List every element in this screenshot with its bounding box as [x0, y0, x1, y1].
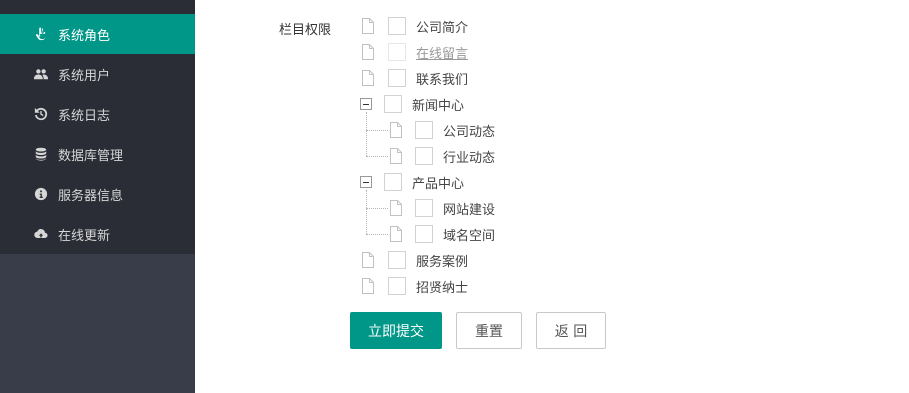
node-checkbox[interactable]: [384, 95, 402, 113]
sidebar-item-label: 系统用户: [58, 68, 111, 84]
node-checkbox[interactable]: [388, 277, 406, 295]
node-checkbox[interactable]: [415, 147, 433, 165]
tree-connector: [366, 156, 388, 157]
node-checkbox[interactable]: [388, 17, 406, 35]
node-label: 服务案例: [416, 254, 469, 270]
tree-node: 行业动态: [389, 146, 495, 166]
sidebar-item-server-info[interactable]: 服务器信息: [0, 174, 195, 214]
tree-connector: [366, 208, 388, 209]
file-icon: [361, 70, 375, 86]
node-checkbox[interactable]: [415, 199, 433, 217]
node-label: 招贤纳士: [416, 280, 469, 296]
info-circle-icon: [34, 187, 48, 201]
page: 系统角色 系统用户 系统日志 数据库管理 服务器信息 在线更新 栏目权限 公司简…: [0, 0, 909, 393]
file-icon: [389, 200, 403, 216]
file-icon: [361, 278, 375, 294]
sidebar-item-system-logs[interactable]: 系统日志: [0, 94, 195, 134]
sidebar: 系统角色 系统用户 系统日志 数据库管理 服务器信息 在线更新: [0, 0, 195, 393]
reset-button[interactable]: 重置: [456, 312, 522, 349]
file-icon: [389, 122, 403, 138]
tree-node: 产品中心: [360, 172, 464, 192]
sidebar-item-database[interactable]: 数据库管理: [0, 134, 195, 174]
file-icon: [389, 226, 403, 242]
back-button[interactable]: 返 回: [536, 312, 606, 349]
tree-connector: [366, 130, 388, 131]
node-checkbox[interactable]: [388, 251, 406, 269]
sidebar-item-label: 系统日志: [58, 108, 111, 124]
node-checkbox[interactable]: [388, 43, 406, 61]
tree-connector: [366, 190, 367, 234]
sidebar-item-online-update[interactable]: 在线更新: [0, 214, 195, 254]
tree-node: 公司简介: [361, 16, 468, 36]
node-label: 联系我们: [416, 72, 469, 88]
sidebar-nav: 系统角色 系统用户 系统日志 数据库管理 服务器信息 在线更新: [0, 0, 195, 254]
collapse-toggle-icon[interactable]: [360, 98, 372, 110]
sidebar-item-label: 在线更新: [58, 228, 111, 244]
file-icon: [361, 252, 375, 268]
sidebar-item-label: 系统角色: [58, 28, 111, 44]
node-label: 公司动态: [443, 124, 496, 140]
tree-node: 服务案例: [361, 250, 468, 270]
node-label: 网站建设: [443, 202, 496, 218]
sidebar-item-system-roles[interactable]: 系统角色: [0, 14, 195, 54]
database-icon: [34, 147, 48, 161]
file-icon: [361, 44, 375, 60]
hand-pointer-icon: [34, 27, 48, 41]
node-label: 新闻中心: [412, 98, 465, 114]
sidebar-item-system-users[interactable]: 系统用户: [0, 54, 195, 94]
tree-node: 招贤纳士: [361, 276, 468, 296]
tree-node: 公司动态: [389, 120, 495, 140]
submit-button[interactable]: 立即提交: [350, 312, 442, 349]
node-label[interactable]: 在线留言: [416, 43, 468, 62]
history-icon: [34, 107, 48, 121]
tree-node: 联系我们: [361, 68, 468, 88]
node-label: 行业动态: [443, 150, 496, 166]
node-checkbox[interactable]: [384, 173, 402, 191]
cloud-upload-icon: [34, 227, 48, 241]
node-label: 公司简介: [416, 20, 469, 36]
node-label: 产品中心: [412, 176, 465, 192]
users-icon: [34, 67, 48, 81]
node-label: 域名空间: [443, 228, 496, 244]
node-checkbox[interactable]: [388, 69, 406, 87]
file-icon: [361, 18, 375, 34]
column-permissions-label: 栏目权限: [279, 23, 332, 38]
tree-node: 在线留言: [361, 42, 468, 62]
node-checkbox[interactable]: [415, 121, 433, 139]
tree-connector: [366, 234, 388, 235]
tree-node: 网站建设: [389, 198, 495, 218]
file-icon: [389, 148, 403, 164]
tree-node: 域名空间: [389, 224, 495, 244]
tree-connector: [366, 112, 367, 156]
tree-node: 新闻中心: [360, 94, 464, 114]
sidebar-item-label: 服务器信息: [58, 188, 124, 204]
node-checkbox[interactable]: [415, 225, 433, 243]
collapse-toggle-icon[interactable]: [360, 176, 372, 188]
sidebar-item-label: 数据库管理: [58, 148, 124, 164]
